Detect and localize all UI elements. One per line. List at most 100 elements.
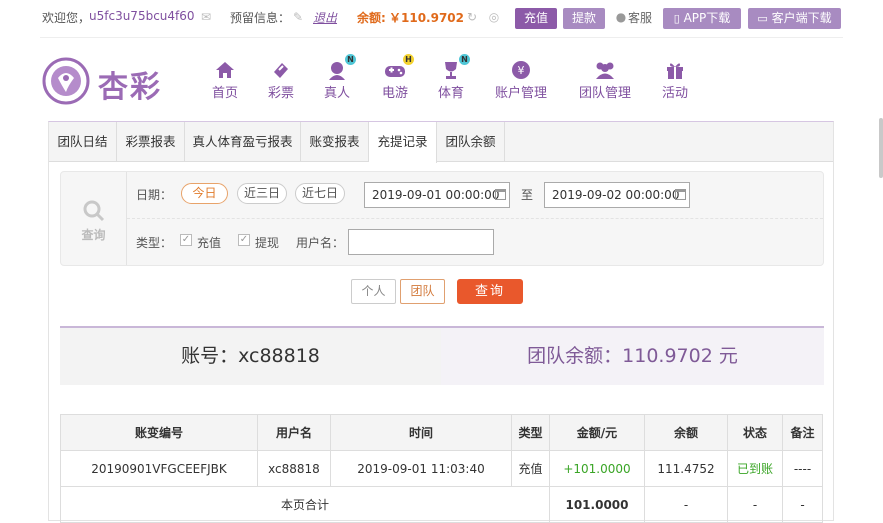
start-date-input[interactable]: 2019-09-01 00:00:00 xyxy=(364,182,510,208)
team-balance-label: 团队余额： xyxy=(527,345,623,367)
nav-item-team[interactable]: 团队管理 xyxy=(576,60,634,101)
start-date-value: 2019-09-01 00:00:00 xyxy=(372,188,500,202)
cell-remark: ---- xyxy=(782,450,823,487)
account-label: 账号： xyxy=(181,345,239,367)
team-balance-summary: 团队余额：110.9702 元 xyxy=(441,328,824,385)
filter-box: 查询 日期： 今日 近三日 近七日 2019-09-01 00:00:00 至 … xyxy=(60,171,824,266)
welcome-label: 欢迎您， xyxy=(42,11,91,25)
edit-icon[interactable]: ✎ xyxy=(291,10,305,24)
search-button[interactable]: 查询 xyxy=(457,279,523,304)
nav-label-promotions: 活动 xyxy=(661,86,688,101)
cell-username: xc88818 xyxy=(257,450,331,487)
nav-item-sports[interactable]: N 体育 xyxy=(436,54,470,101)
account-summary: 账号：xc88818 xyxy=(60,328,441,385)
nav-label-team: 团队管理 xyxy=(578,86,631,101)
preset-7days[interactable]: 近七日 xyxy=(295,183,345,204)
username-filter-label: 用户名： xyxy=(296,236,345,250)
col-header-username: 用户名 xyxy=(257,414,331,451)
report-tabs: 团队日结 彩票报表 真人体育盈亏报表 账变报表 充提记录 团队余额 xyxy=(49,122,833,163)
to-label: 至 xyxy=(521,188,534,202)
col-header-remark: 备注 xyxy=(782,414,823,451)
live-casino-icon: N xyxy=(326,54,356,80)
monitor-icon: ▭ xyxy=(757,12,768,25)
nav-item-lottery[interactable]: 彩票 xyxy=(266,60,296,101)
col-header-type: 类型 xyxy=(511,414,550,451)
summary-bar: 账号：xc88818 团队余额：110.9702 元 xyxy=(60,326,824,385)
hide-balance-icon[interactable]: ◎ xyxy=(487,10,501,24)
app-download-button[interactable]: ▯ APP下载 xyxy=(663,8,741,29)
query-label: 查询 xyxy=(81,228,106,242)
reserved-info-label: 预留信息： xyxy=(230,11,291,25)
logout-link[interactable]: 退出 xyxy=(313,9,337,26)
calendar-icon xyxy=(495,189,506,200)
nav-label-egames: 电游 xyxy=(381,86,408,101)
top-divider xyxy=(40,37,843,38)
team-icon xyxy=(594,60,616,80)
withdraw-type-label: 提现 xyxy=(255,236,280,250)
client-download-button[interactable]: ▭ 客户端下载 xyxy=(748,8,841,29)
site-logo[interactable]: 杏彩 xyxy=(42,56,162,106)
tab-team-daily[interactable]: 团队日结 xyxy=(49,122,117,162)
nav-label-home: 首页 xyxy=(211,86,238,101)
nav-item-account[interactable]: ¥ 账户管理 xyxy=(492,60,550,101)
nav-item-promotions[interactable]: 活动 xyxy=(660,60,690,101)
balance-label: 余额: xyxy=(357,11,386,25)
page-total-status: - xyxy=(727,486,783,523)
tab-lottery-report[interactable]: 彩票报表 xyxy=(117,122,185,162)
customer-service-icon[interactable]: ● xyxy=(614,10,628,24)
deposit-checkbox[interactable]: ✓ xyxy=(180,234,192,246)
team-balance-unit: 元 xyxy=(718,345,738,367)
nav-label-lottery: 彩票 xyxy=(267,86,294,101)
nav-item-home[interactable]: 首页 xyxy=(210,60,240,101)
top-bar: 欢迎您， u5fc3u75bcu4f60 ✉ 预留信息： ✎ 退出 余额: ￥1… xyxy=(0,0,883,38)
date-label: 日期： xyxy=(136,188,173,202)
cell-status: 已到账 xyxy=(727,450,783,487)
preset-today[interactable]: 今日 xyxy=(181,183,228,204)
withdraw-button[interactable]: 提款 xyxy=(563,8,605,29)
logo-text: 杏彩 xyxy=(98,70,162,105)
cell-type: 充值 xyxy=(511,450,550,487)
cell-amount: +101.0000 xyxy=(549,450,645,487)
svg-text:¥: ¥ xyxy=(518,64,525,77)
query-box: 查询 xyxy=(61,172,127,265)
username-input[interactable] xyxy=(348,229,494,255)
tab-deposit-withdraw-records[interactable]: 充提记录 xyxy=(369,122,437,163)
tab-team-balance[interactable]: 团队余额 xyxy=(437,122,505,162)
tab-live-sports-pl[interactable]: 真人体育盈亏报表 xyxy=(185,122,301,162)
balance-value: ￥110.9702 xyxy=(389,11,465,25)
trophy-icon: N xyxy=(440,54,470,80)
page-total-balance: - xyxy=(644,486,728,523)
filter-divider xyxy=(127,218,823,219)
col-header-amount: 金额/元 xyxy=(549,414,645,451)
home-icon xyxy=(214,60,236,80)
col-header-id: 账变编号 xyxy=(60,414,258,451)
nav-badge-egames: H xyxy=(403,54,414,65)
search-icon xyxy=(83,200,104,222)
nav-item-live-casino[interactable]: N 真人 xyxy=(322,54,356,101)
team-balance-value: 110.9702 xyxy=(622,345,713,367)
team-button[interactable]: 团队 xyxy=(400,279,445,304)
mail-icon[interactable]: ✉ xyxy=(199,10,213,24)
username-link[interactable]: u5fc3u75bcu4f60 xyxy=(89,9,195,23)
preset-3days[interactable]: 近三日 xyxy=(237,183,287,204)
records-table: 账变编号 用户名 时间 类型 金额/元 余额 状态 备注 20190901VFG… xyxy=(60,414,823,523)
tab-account-change[interactable]: 账变报表 xyxy=(301,122,369,162)
page-total-label: 本页合计 xyxy=(60,486,550,523)
withdraw-checkbox[interactable]: ✓ xyxy=(238,234,250,246)
nav-item-egames[interactable]: H 电游 xyxy=(380,54,414,101)
deposit-button[interactable]: 充值 xyxy=(515,8,557,29)
scrollbar[interactable] xyxy=(879,118,883,178)
nav-label-account: 账户管理 xyxy=(494,86,547,101)
type-label: 类型： xyxy=(136,236,173,250)
gamepad-icon: H xyxy=(384,54,414,80)
customer-service-link[interactable]: 客服 xyxy=(628,9,652,26)
lottery-icon xyxy=(270,60,292,80)
nav-badge-live: N xyxy=(345,54,356,65)
personal-button[interactable]: 个人 xyxy=(351,279,396,304)
end-date-input[interactable]: 2019-09-02 00:00:00 xyxy=(544,182,690,208)
gift-icon xyxy=(664,60,686,80)
refresh-icon[interactable]: ↻ xyxy=(465,10,479,24)
col-header-status: 状态 xyxy=(727,414,783,451)
app-download-label: APP下载 xyxy=(683,11,731,25)
deposit-type-label: 充值 xyxy=(197,236,222,250)
